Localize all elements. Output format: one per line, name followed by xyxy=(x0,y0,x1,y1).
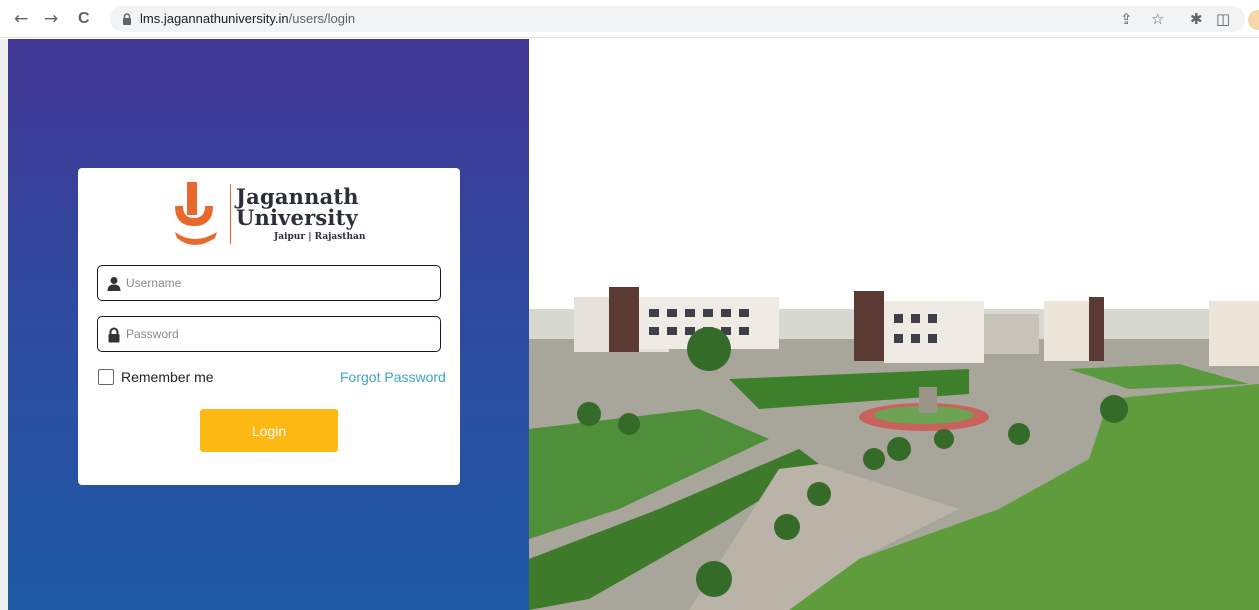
browser-toolbar: ← → C lms.jagannathuniversity.in/users/l… xyxy=(0,0,1259,38)
lock-icon[interactable] xyxy=(122,13,132,25)
remember-me-label[interactable]: Remember me xyxy=(121,369,214,385)
address-bar[interactable]: lms.jagannathuniversity.in/users/login xyxy=(110,6,1245,32)
share-icon[interactable]: ⇪ xyxy=(1120,9,1133,29)
campus-photo xyxy=(529,39,1259,610)
logo-divider xyxy=(230,184,231,244)
username-field[interactable] xyxy=(97,265,441,301)
url-domain: lms.jagannathuniversity.in xyxy=(140,11,289,26)
password-input[interactable] xyxy=(126,325,426,343)
bookmark-star-icon[interactable]: ☆ xyxy=(1151,9,1164,29)
user-icon xyxy=(107,277,121,291)
extensions-puzzle-icon[interactable]: ✱ xyxy=(1190,9,1203,29)
forward-arrow-icon[interactable]: → xyxy=(44,9,58,29)
forgot-password-link[interactable]: Forgot Password xyxy=(340,369,446,385)
remember-me-checkbox[interactable] xyxy=(98,369,114,385)
university-j-logo-icon xyxy=(175,182,217,245)
password-field[interactable] xyxy=(97,316,441,352)
login-card: Jagannath University Jaipur | Rajasthan xyxy=(78,168,460,485)
url-text[interactable]: lms.jagannathuniversity.in/users/login xyxy=(140,11,355,26)
padlock-icon xyxy=(108,327,120,343)
url-path: /users/login xyxy=(288,11,356,26)
login-button[interactable]: Login xyxy=(200,409,338,452)
logo-title-line2: University xyxy=(236,205,358,230)
back-arrow-icon[interactable]: ← xyxy=(14,9,28,29)
campus-illustration xyxy=(529,39,1259,610)
reload-icon[interactable]: C xyxy=(78,9,90,29)
logo-location: Jaipur | Rajasthan xyxy=(274,232,366,242)
profile-avatar[interactable] xyxy=(1248,10,1259,30)
university-logo: Jagannath University Jaipur | Rajasthan xyxy=(172,180,372,250)
username-input[interactable] xyxy=(126,274,426,292)
sidepanel-icon[interactable]: ◫ xyxy=(1216,9,1230,29)
login-panel-background: Jagannath University Jaipur | Rajasthan xyxy=(8,39,529,610)
page-content: Jagannath University Jaipur | Rajasthan xyxy=(0,39,1259,610)
